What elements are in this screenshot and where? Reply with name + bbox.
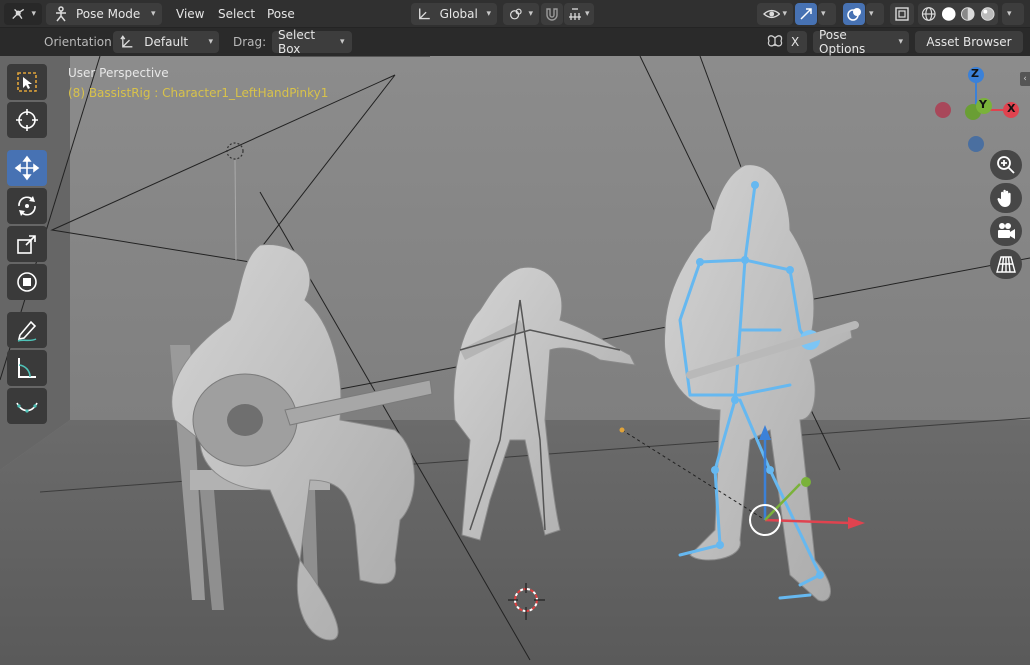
pose-options-label: Pose Options [819, 28, 866, 56]
rendered-shading-icon[interactable] [980, 6, 996, 22]
chevron-down-icon: ▾ [208, 37, 213, 47]
magnifier-plus-icon [997, 156, 1015, 174]
navigation-gizmo[interactable]: Z Y X [928, 64, 1024, 160]
pose-mode-icon [56, 6, 66, 22]
relax-curve-icon [16, 402, 38, 413]
gizmo-icon [800, 8, 812, 20]
3d-viewport[interactable]: User Perspective (8) BassistRig : Charac… [0, 56, 1030, 665]
armature-icon [12, 8, 25, 20]
scene-render [0, 56, 1030, 665]
pivot-point-selector[interactable]: ▾ [503, 3, 539, 25]
gizmo-options[interactable]: ▾ [818, 3, 836, 25]
viewport-header: ▾ Pose Mode ▾ View Select Pose Global ▾ … [0, 0, 1030, 28]
sidebar-toggle[interactable]: ‹ [1020, 72, 1030, 86]
transform-tool[interactable] [7, 264, 47, 300]
chevron-down-icon: ▾ [528, 9, 533, 19]
chevron-down-icon: ▾ [782, 9, 787, 19]
magnet-icon [546, 8, 558, 21]
grid-perspective-icon [996, 256, 1016, 273]
xray-toggle[interactable] [890, 3, 914, 25]
measure-icon [18, 358, 36, 378]
chevron-down-icon: ▾ [31, 9, 36, 19]
select-box-icon [17, 72, 37, 92]
orientation-field-label: Orientation: [44, 35, 116, 49]
z-axis-label: Z [971, 67, 979, 80]
active-object-info: (8) BassistRig : Character1_LeftHandPink… [68, 86, 329, 100]
orientation-axes-icon [419, 8, 430, 20]
transform-icon [17, 272, 37, 292]
chevron-down-icon: ▾ [869, 9, 874, 19]
chevron-down-icon: ▾ [585, 9, 590, 19]
pose-options-dropdown[interactable]: Pose Options ▾ [813, 28, 909, 56]
snap-target-selector[interactable]: ▾ [564, 3, 594, 25]
scale-icon [17, 235, 36, 254]
drag-field-label: Drag: [233, 35, 267, 49]
material-shading-icon[interactable] [960, 6, 976, 22]
drag-dropdown[interactable]: Select Box ▾ [272, 28, 352, 56]
cursor-tool[interactable] [7, 102, 47, 138]
chevron-down-icon: ▾ [151, 9, 156, 19]
origin-dot [619, 427, 625, 433]
solid-shading-icon[interactable] [941, 6, 957, 22]
orientation-label: Global [439, 7, 478, 21]
mode-selector[interactable]: Pose Mode ▾ [46, 3, 162, 25]
scale-tool[interactable] [7, 226, 47, 262]
chevron-down-icon: ▾ [340, 37, 345, 47]
mirror-x-toggle[interactable]: X [787, 31, 807, 53]
move-arrows-icon [14, 155, 40, 181]
overlays-icon [847, 8, 861, 21]
transform-orientation-selector[interactable]: Global ▾ [411, 3, 497, 25]
hand-icon [997, 189, 1011, 207]
mirror-x-label: X [791, 35, 800, 49]
chevron-down-icon: ▾ [1007, 9, 1012, 19]
orientation-default-icon [120, 35, 133, 48]
cursor-tool-icon [16, 109, 38, 131]
pivot-icon [510, 8, 522, 20]
menu-pose[interactable]: Pose [263, 3, 299, 25]
menu-view[interactable]: View [172, 3, 208, 25]
perspective-toggle-button[interactable] [990, 249, 1022, 279]
asset-browser-label: Asset Browser [926, 35, 1012, 49]
xray-icon [895, 7, 909, 21]
x-axis-label: X [1007, 102, 1016, 115]
rotate-tool[interactable] [7, 188, 47, 224]
wireframe-shading-icon[interactable] [921, 6, 937, 22]
snap-toggle[interactable] [541, 3, 563, 25]
orientation-dropdown[interactable]: Default ▾ [113, 31, 219, 53]
orientation-value: Default [144, 35, 189, 49]
move-tool[interactable] [7, 150, 47, 186]
relax-tool[interactable] [7, 388, 47, 424]
viewport-perspective-label: User Perspective [68, 66, 169, 80]
pan-button[interactable] [990, 183, 1022, 213]
pencil-icon [17, 320, 37, 342]
editor-type-button[interactable]: ▾ [4, 3, 42, 25]
zoom-button[interactable] [990, 150, 1022, 180]
camera-icon [998, 223, 1015, 239]
butterfly-mirror-icon[interactable] [766, 33, 784, 51]
visibility-selector[interactable]: ▾ [757, 3, 793, 25]
chevron-down-icon: ▾ [486, 9, 491, 19]
shading-options[interactable]: ▾ [1002, 3, 1024, 25]
overlays-options[interactable]: ▾ [866, 3, 884, 25]
chevron-down-icon: ▾ [821, 9, 826, 19]
mode-label: Pose Mode [76, 7, 141, 21]
drag-value: Select Box [278, 28, 316, 56]
annotate-tool[interactable] [7, 312, 47, 348]
snap-grid-icon [569, 8, 581, 20]
overlays-toggle[interactable] [843, 3, 865, 25]
rotate-icon [18, 196, 36, 216]
asset-browser-button[interactable]: Asset Browser [915, 31, 1023, 53]
eye-icon [763, 9, 781, 19]
measure-tool[interactable] [7, 350, 47, 386]
shading-group [918, 3, 998, 25]
camera-view-button[interactable] [990, 216, 1022, 246]
select-box-tool[interactable] [7, 64, 47, 100]
menu-select[interactable]: Select [214, 3, 259, 25]
gizmo-toggle[interactable] [795, 3, 817, 25]
chevron-down-icon: ▾ [898, 37, 903, 47]
tool-settings-bar: Orientation: Default ▾ Drag: Select Box … [0, 28, 1030, 56]
y-axis-label: Y [979, 98, 987, 111]
